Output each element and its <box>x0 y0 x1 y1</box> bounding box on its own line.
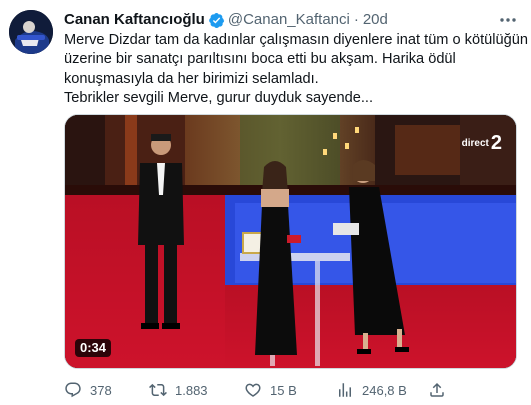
tweet-text-line: Tebrikler sevgili Merve, gurur duyduk sa… <box>64 90 374 107</box>
views-button[interactable]: 246,8 B <box>336 380 407 400</box>
channel-number: 2 <box>490 132 502 154</box>
like-count: 15 B <box>270 382 297 398</box>
retweet-icon <box>149 383 167 397</box>
more-options-icon[interactable] <box>497 10 519 30</box>
tweet-text-line: Merve Dizdar tam da kadınlar çalışmasın … <box>64 32 528 48</box>
video-frame <box>65 115 516 368</box>
tweet-text-line: üzerine bir sanatçı parıltısını boca ett… <box>64 51 456 68</box>
retweet-count: 1.883 <box>175 382 208 398</box>
header-separator: · <box>353 11 359 28</box>
share-icon <box>430 382 444 397</box>
channel-label: direct <box>461 137 489 149</box>
retweet-button[interactable]: 1.883 <box>149 380 208 400</box>
share-button[interactable] <box>428 380 446 400</box>
avatar[interactable] <box>9 10 53 54</box>
tweet-timestamp[interactable]: 20d <box>363 10 388 30</box>
tweet-card[interactable]: Canan Kaftancıoğlu @Canan_Kaftanci · 20d… <box>0 0 531 405</box>
verified-badge-icon <box>209 12 225 28</box>
video-duration-badge: 0:34 <box>75 339 112 357</box>
video-player[interactable]: direct 2 0:34 <box>64 114 517 369</box>
tweet-text: Merve Dizdar tam da kadınlar çalışmasın … <box>64 31 528 109</box>
like-icon <box>245 383 261 397</box>
reply-count: 378 <box>90 382 112 398</box>
tweet-header: Canan Kaftancıoğlu @Canan_Kaftanci · 20d <box>64 10 521 30</box>
like-button[interactable]: 15 B <box>244 380 297 400</box>
tweet-text-line: konuşmasıyla da her birimizi selamladı. <box>64 70 319 87</box>
views-icon <box>339 383 351 397</box>
author-name[interactable]: Canan Kaftancıoğlu <box>64 10 205 30</box>
reply-button[interactable]: 378 <box>64 380 112 400</box>
reply-icon <box>65 382 81 398</box>
channel-logo: direct 2 <box>462 133 502 153</box>
action-bar: 378 1.883 15 B 246,8 B <box>64 380 521 402</box>
views-count: 246,8 B <box>362 382 407 398</box>
author-handle[interactable]: @Canan_Kaftanci <box>228 10 350 30</box>
